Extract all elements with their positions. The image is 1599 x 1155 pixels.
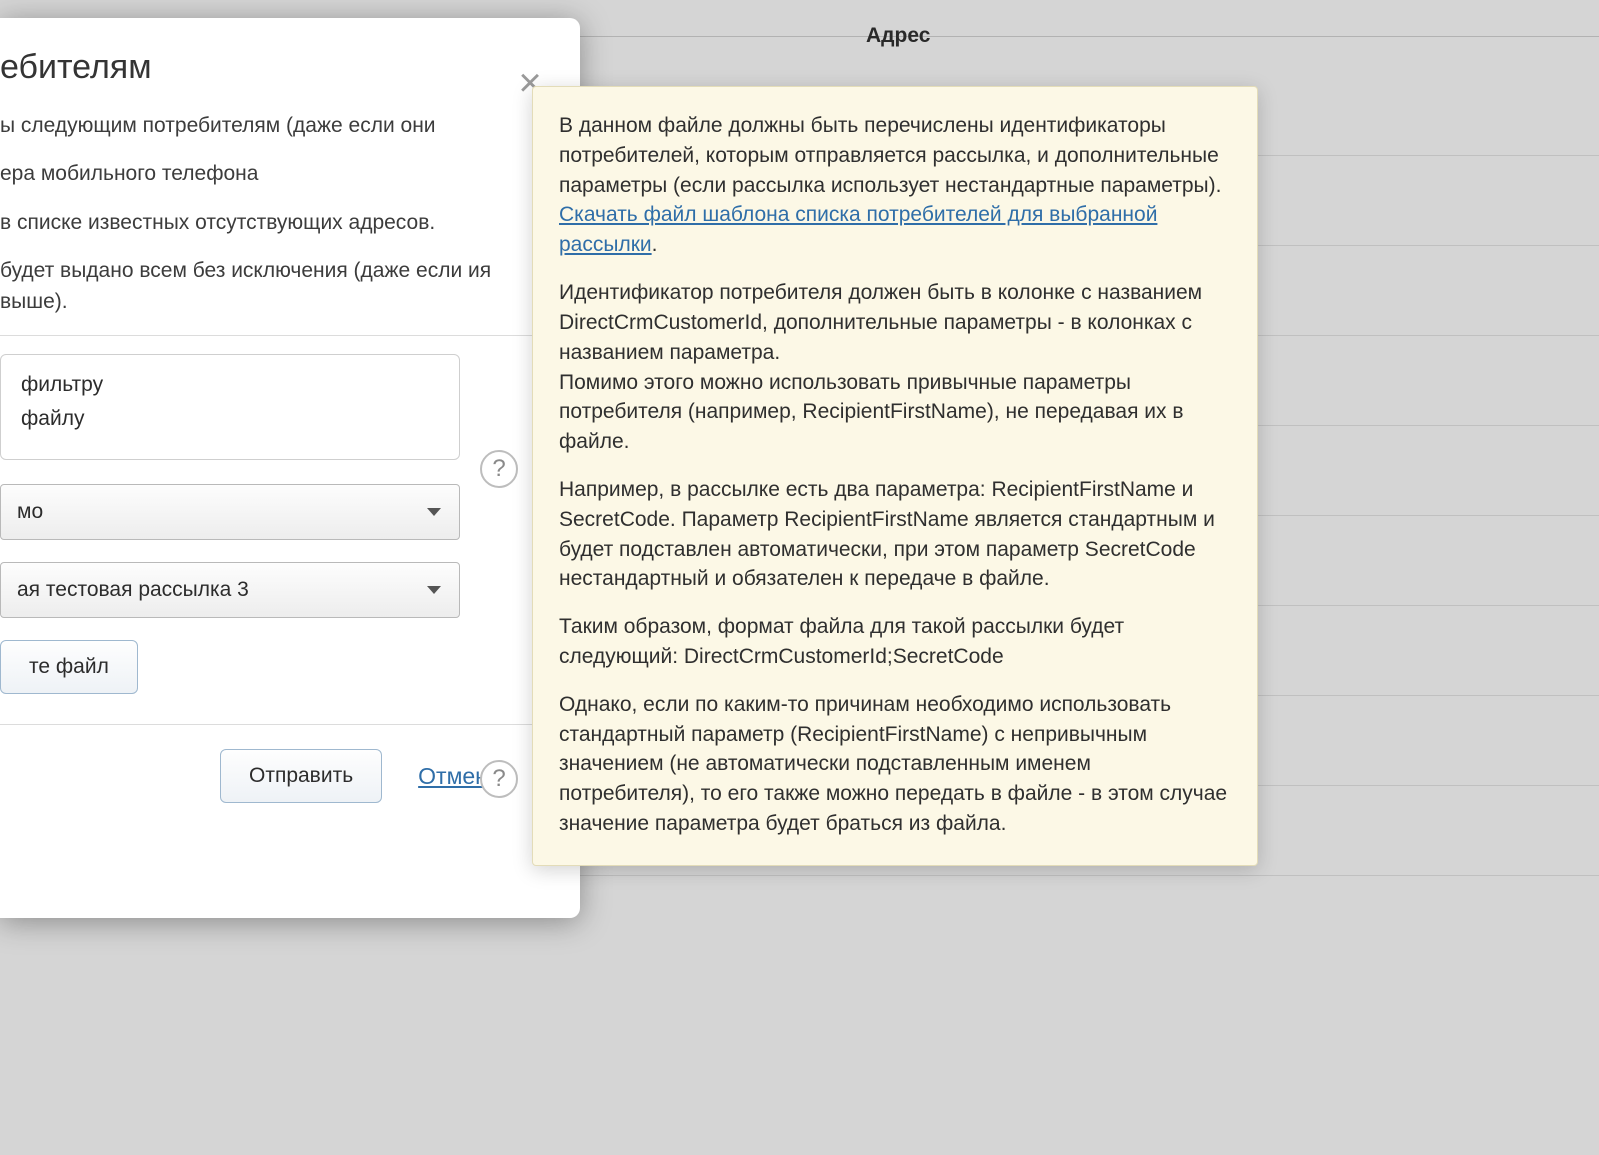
dialog-body: ы следующим потребителям (даже если они …: [0, 111, 550, 803]
tooltip-tail: .: [652, 233, 658, 256]
help-icon[interactable]: ?: [480, 760, 518, 798]
select-value: мо: [17, 500, 43, 524]
choose-file-button[interactable]: те файл: [0, 640, 138, 694]
select-value: ая тестовая рассылка 3: [17, 578, 249, 602]
dialog-title: ебителям: [0, 48, 550, 87]
recipient-mode-options: фильтру файлу: [0, 354, 460, 460]
tooltip-paragraph: В данном файле должны быть перечислены и…: [559, 111, 1231, 260]
submit-button[interactable]: Отправить: [220, 749, 382, 803]
tooltip-paragraph: Однако, если по каким-то причинам необхо…: [559, 690, 1231, 839]
known-line: в списке известных отсутствующих адресов…: [0, 208, 550, 238]
download-template-link[interactable]: Скачать файл шаблона списка потребителей…: [559, 203, 1157, 256]
help-icon[interactable]: ?: [480, 450, 518, 488]
button-label: Отправить: [249, 764, 353, 788]
intro-text: ы следующим потребителям (даже если они: [0, 111, 550, 141]
option-by-file[interactable]: файлу: [21, 407, 439, 431]
phone-line: ера мобильного телефона: [0, 159, 550, 189]
tooltip-paragraph: Например, в рассылке есть два параметра:…: [559, 475, 1231, 594]
select-field-1[interactable]: мо: [0, 484, 460, 540]
send-dialog: × ебителям ы следующим потребителям (даж…: [0, 18, 580, 918]
all-line: будет выдано всем без исключения (даже е…: [0, 256, 550, 317]
select-field-2[interactable]: ая тестовая рассылка 3: [0, 562, 460, 618]
help-tooltip: В данном файле должны быть перечислены и…: [532, 86, 1258, 866]
divider: [0, 335, 550, 336]
button-label: те файл: [29, 655, 109, 679]
column-header-address: Адрес: [866, 24, 930, 48]
tooltip-text: В данном файле должны быть перечислены и…: [559, 114, 1221, 197]
tooltip-paragraph: Идентификатор потребителя должен быть в …: [559, 278, 1231, 457]
tooltip-paragraph: Таким образом, формат файла для такой ра…: [559, 612, 1231, 672]
dialog-footer: Отправить Отмена: [0, 724, 550, 803]
option-by-filter[interactable]: фильтру: [21, 373, 439, 397]
